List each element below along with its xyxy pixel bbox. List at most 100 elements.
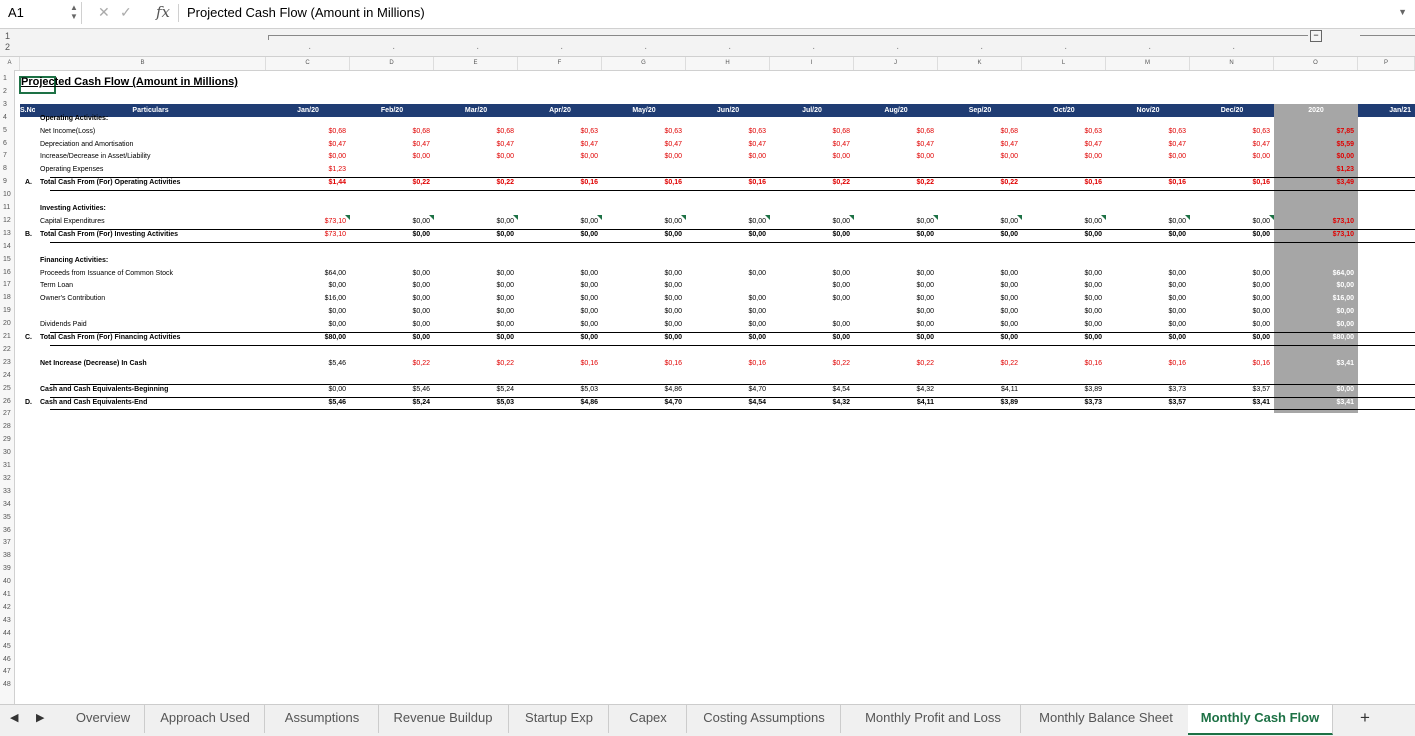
year-total-cell[interactable]: $0,00: [1274, 307, 1354, 317]
row-header[interactable]: 19: [0, 307, 14, 314]
row-header[interactable]: 44: [0, 630, 14, 637]
row-header[interactable]: 31: [0, 462, 14, 469]
value-cell[interactable]: $0,00: [854, 217, 934, 227]
column-header-e[interactable]: E: [434, 57, 518, 70]
value-cell[interactable]: $0,00: [518, 217, 598, 227]
row-header[interactable]: 46: [0, 656, 14, 663]
sheet-title[interactable]: Projected Cash Flow (Amount in Millions): [21, 76, 238, 88]
row-header[interactable]: 29: [0, 436, 14, 443]
value-cell[interactable]: $0,47: [1106, 140, 1186, 150]
column-header-k[interactable]: K: [938, 57, 1022, 70]
value-cell[interactable]: $4,11: [938, 385, 1018, 395]
value-cell[interactable]: $0,00: [770, 269, 850, 279]
value-cell[interactable]: $0,16: [1022, 178, 1102, 188]
value-cell[interactable]: $0,16: [1022, 359, 1102, 369]
value-cell[interactable]: $0,16: [602, 178, 682, 188]
value-cell[interactable]: $0,00: [434, 217, 514, 227]
row-label[interactable]: Cash and Cash Equivalents-Beginning: [40, 385, 168, 395]
value-cell[interactable]: $0,00: [770, 294, 850, 304]
value-cell[interactable]: $4,32: [854, 385, 934, 395]
value-cell[interactable]: $0,00: [1190, 217, 1270, 227]
value-cell[interactable]: $0,00: [518, 320, 598, 330]
value-cell[interactable]: $0,22: [434, 178, 514, 188]
row-header[interactable]: 33: [0, 488, 14, 495]
value-cell[interactable]: $0,47: [1022, 140, 1102, 150]
value-cell[interactable]: $0,00: [1106, 217, 1186, 227]
row-header[interactable]: 37: [0, 539, 14, 546]
tab-monthly-profit-and-loss[interactable]: Monthly Profit and Loss: [846, 705, 1021, 733]
value-cell[interactable]: $0,00: [266, 281, 346, 291]
value-cell[interactable]: $0,00: [770, 281, 850, 291]
column-header-c[interactable]: C: [266, 57, 350, 70]
row-header[interactable]: 24: [0, 372, 14, 379]
value-cell[interactable]: $1,23: [266, 165, 346, 175]
value-cell[interactable]: $0,00: [434, 294, 514, 304]
value-cell[interactable]: $0,00: [686, 307, 766, 317]
row-label[interactable]: Investing Activities:: [40, 204, 106, 214]
value-cell[interactable]: $0,68: [854, 127, 934, 137]
row-header[interactable]: 8: [0, 165, 14, 172]
column-header-m[interactable]: M: [1106, 57, 1190, 70]
value-cell[interactable]: $0,68: [770, 127, 850, 137]
value-cell[interactable]: $0,16: [1106, 178, 1186, 188]
column-header-j[interactable]: J: [854, 57, 938, 70]
value-cell[interactable]: $3,57: [1190, 385, 1270, 395]
row-header[interactable]: 38: [0, 552, 14, 559]
value-cell[interactable]: $4,32: [770, 398, 850, 408]
name-box-stepper-icon[interactable]: ▲ ▼: [70, 3, 78, 21]
row-header[interactable]: 36: [0, 527, 14, 534]
row-header[interactable]: 6: [0, 140, 14, 147]
row-header[interactable]: 14: [0, 243, 14, 250]
row-header[interactable]: 17: [0, 281, 14, 288]
row-header[interactable]: 34: [0, 501, 14, 508]
row-label[interactable]: Proceeds from Issuance of Common Stock: [40, 269, 173, 279]
value-cell[interactable]: $0,47: [1190, 140, 1270, 150]
value-cell[interactable]: $0,00: [350, 217, 430, 227]
row-label[interactable]: Total Cash From (For) Financing Activiti…: [40, 333, 180, 343]
year-total-cell[interactable]: $0,00: [1274, 281, 1354, 291]
value-cell[interactable]: $0,00: [686, 320, 766, 330]
row-header[interactable]: 30: [0, 449, 14, 456]
value-cell[interactable]: $0,22: [938, 178, 1018, 188]
value-cell[interactable]: $3,89: [1022, 385, 1102, 395]
prev-sheet-icon[interactable]: ◀: [10, 711, 18, 724]
row-label[interactable]: Net Income(Loss): [40, 127, 95, 137]
value-cell[interactable]: $0,00: [938, 281, 1018, 291]
row-label[interactable]: Total Cash From (For) Investing Activiti…: [40, 230, 178, 240]
value-cell[interactable]: $0,47: [350, 140, 430, 150]
year-total-cell[interactable]: $73,10: [1274, 217, 1354, 227]
row-label[interactable]: Capital Expenditures: [40, 217, 105, 227]
value-cell[interactable]: $0,47: [770, 140, 850, 150]
row-label[interactable]: Cash and Cash Equivalents-End: [40, 398, 147, 408]
value-cell[interactable]: $0,00: [854, 152, 934, 162]
value-cell[interactable]: $4,54: [686, 398, 766, 408]
value-cell[interactable]: $0,00: [602, 333, 682, 343]
value-cell[interactable]: $0,00: [686, 269, 766, 279]
value-cell[interactable]: $0,00: [602, 230, 682, 240]
year-total-cell[interactable]: $64,00: [1274, 269, 1354, 279]
tab-startup-exp[interactable]: Startup Exp: [510, 705, 609, 733]
row-label[interactable]: Net Increase (Decrease) In Cash: [40, 359, 147, 369]
value-cell[interactable]: $0,47: [854, 140, 934, 150]
row-header[interactable]: 20: [0, 320, 14, 327]
value-cell[interactable]: $0,47: [602, 140, 682, 150]
value-cell[interactable]: $0,00: [854, 281, 934, 291]
value-cell[interactable]: $0,00: [518, 333, 598, 343]
row-header[interactable]: 41: [0, 591, 14, 598]
row-header[interactable]: 10: [0, 191, 14, 198]
row-header[interactable]: 21: [0, 333, 14, 340]
row-header[interactable]: 45: [0, 643, 14, 650]
value-cell[interactable]: $0,22: [770, 178, 850, 188]
tab-monthly-cash-flow[interactable]: Monthly Cash Flow: [1188, 705, 1333, 735]
value-cell[interactable]: $0,00: [938, 230, 1018, 240]
value-cell[interactable]: $0,00: [686, 217, 766, 227]
value-cell[interactable]: $0,47: [518, 140, 598, 150]
row-header[interactable]: 15: [0, 256, 14, 263]
value-cell[interactable]: $4,11: [854, 398, 934, 408]
value-cell[interactable]: $0,00: [518, 230, 598, 240]
row-label[interactable]: Depreciation and Amortisation: [40, 140, 133, 150]
value-cell[interactable]: $0,00: [1190, 307, 1270, 317]
value-cell[interactable]: $5,46: [350, 385, 430, 395]
year-total-cell[interactable]: $3,41: [1274, 359, 1354, 369]
column-header-a[interactable]: A: [0, 57, 20, 70]
